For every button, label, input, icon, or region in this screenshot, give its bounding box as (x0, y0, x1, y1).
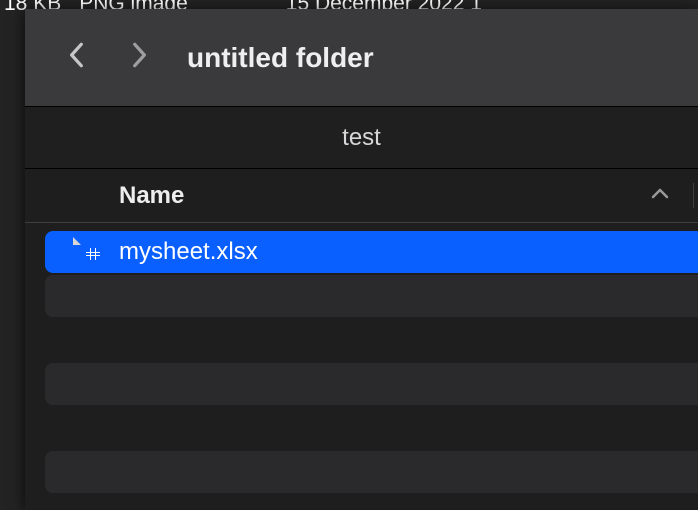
toolbar: untitled folder (25, 9, 698, 107)
list-item[interactable] (45, 407, 698, 449)
chevron-left-icon (66, 40, 88, 75)
column-header-name[interactable]: Name (119, 182, 184, 210)
nav-back-button[interactable] (55, 36, 99, 80)
list-item[interactable] (45, 363, 698, 405)
nav-forward-button[interactable] (117, 36, 161, 80)
list-item[interactable]: mysheet.xlsx (45, 231, 698, 273)
list-item[interactable] (45, 319, 698, 361)
path-bar[interactable]: test (25, 107, 698, 169)
xlsx-icon (81, 237, 105, 267)
column-divider[interactable] (693, 183, 694, 208)
window-title: untitled folder (187, 42, 374, 74)
file-name: mysheet.xlsx (119, 238, 258, 266)
column-header-row: Name (25, 169, 698, 223)
list-item[interactable] (45, 451, 698, 493)
list-item[interactable] (45, 275, 698, 317)
file-list[interactable]: mysheet.xlsx (25, 223, 698, 510)
chevron-up-icon (650, 186, 670, 205)
finder-window: untitled folder test Name mysheet.xlsx (25, 9, 698, 510)
chevron-right-icon (128, 40, 150, 75)
path-segment: test (342, 124, 381, 152)
